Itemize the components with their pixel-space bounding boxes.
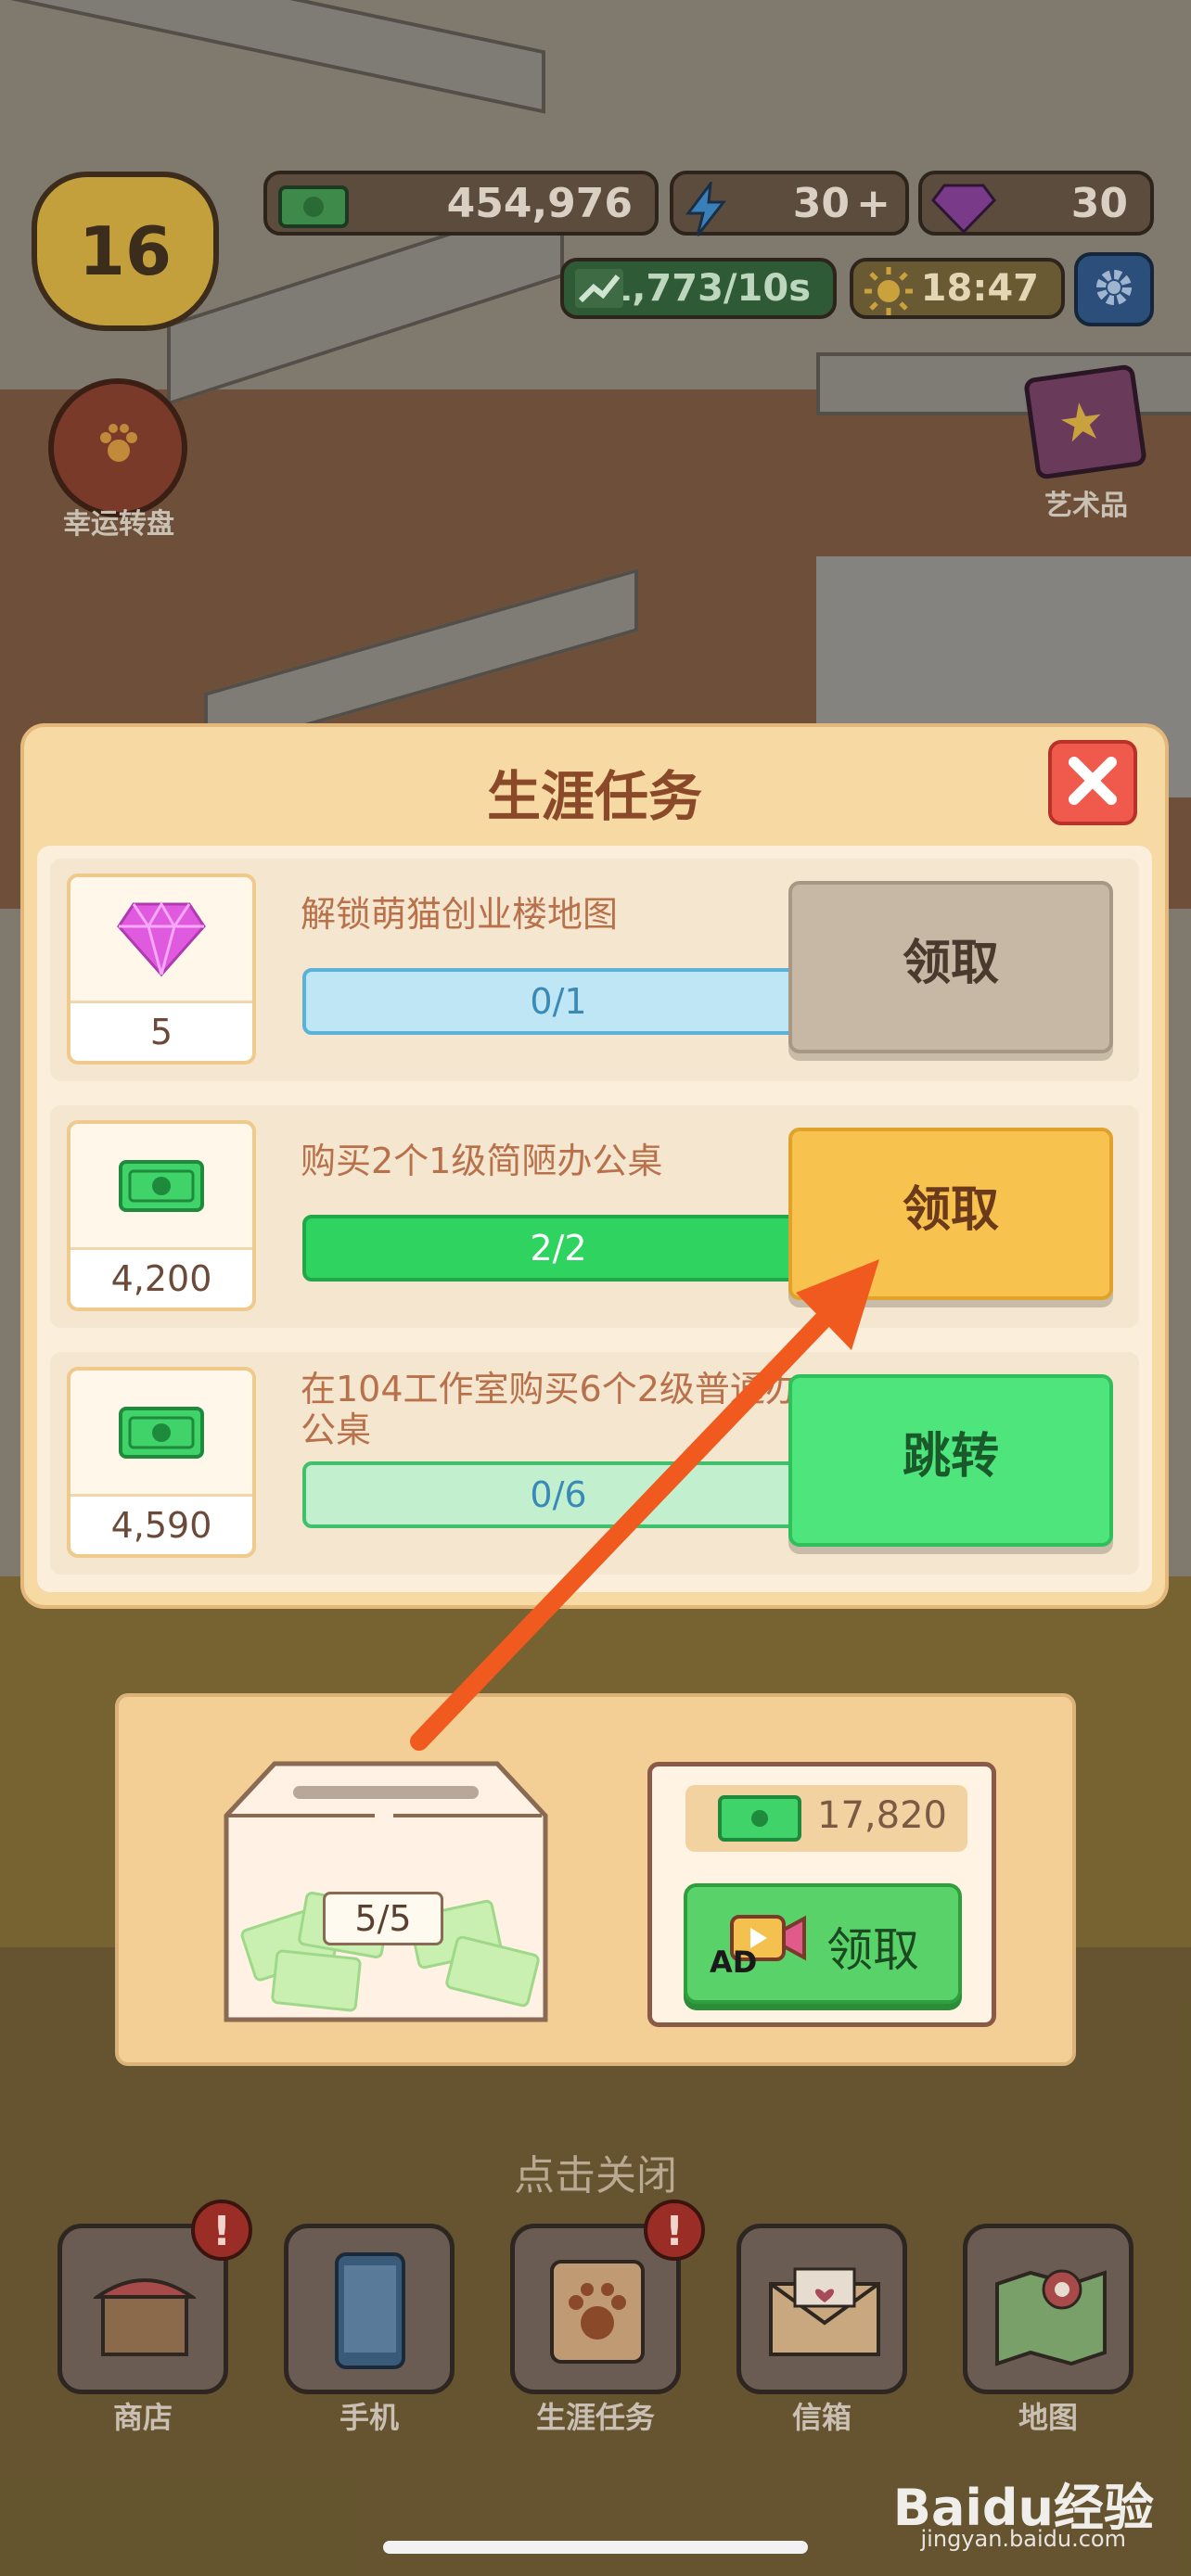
income-rate-pill: 1,773/10s: [560, 258, 837, 319]
go-button[interactable]: 跳转: [788, 1374, 1113, 1547]
claim-button-label: 领取: [902, 936, 999, 991]
player-level-badge[interactable]: 16: [32, 172, 219, 331]
task-row: 5 解锁萌猫创业楼地图 0/1 领取: [50, 859, 1139, 1081]
watermark-url: jingyan.baidu.com: [920, 2526, 1126, 2552]
gem-icon: [931, 182, 996, 244]
nav-mailbox-label: 信箱: [791, 2400, 852, 2435]
lightning-icon: [683, 178, 729, 248]
box-count: 5/5: [323, 1892, 443, 1945]
ad-badge: AD: [710, 1945, 758, 1980]
trend-up-icon: [573, 267, 625, 319]
art-label: 艺术品: [1044, 490, 1128, 522]
shop-alert-badge: !: [191, 2200, 252, 2261]
nav-map-label: 地图: [1018, 2400, 1078, 2435]
nav-career-tasks-label: 生涯任务: [535, 2400, 655, 2435]
claim-button[interactable]: 领取: [788, 881, 1113, 1053]
task-reward-card: 5: [67, 874, 256, 1065]
player-level: 16: [78, 212, 173, 290]
task-progress-text: 0/6: [530, 1474, 587, 1515]
box-reward-value: 17,820: [817, 1794, 947, 1837]
settings-button[interactable]: [1074, 252, 1154, 326]
task-description: 购买2个1级简陋办公桌: [301, 1141, 663, 1181]
task-reward-value: 5: [70, 1001, 252, 1061]
paw-icon: [95, 421, 143, 473]
task-reward-value: 4,590: [70, 1494, 252, 1554]
nav-map-button[interactable]: [963, 2224, 1133, 2394]
cash-icon: [117, 1405, 206, 1464]
dialog-title: 生涯任务: [486, 765, 702, 828]
map-icon: [993, 2256, 1108, 2371]
shop-icon: [91, 2260, 198, 2366]
lucky-wheel-button[interactable]: [48, 378, 187, 517]
close-button[interactable]: [1048, 740, 1137, 825]
gear-icon: [1091, 264, 1137, 314]
career-tasks-dialog: 生涯任务 5 解锁萌猫创业楼地图 0/1 领取 4,200 购买2个1级简陋办公…: [20, 723, 1169, 1609]
nav-mailbox-button[interactable]: [736, 2224, 907, 2394]
add-energy-icon[interactable]: +: [856, 180, 890, 227]
phone-icon: [333, 2251, 407, 2375]
gem-counter[interactable]: 30: [918, 171, 1154, 236]
task-progress-text: 2/2: [530, 1228, 587, 1269]
mail-icon: [767, 2265, 882, 2362]
box-reward-card: 17,820 AD 领取: [647, 1762, 996, 2027]
close-icon: [1067, 755, 1119, 810]
task-reward-card: 4,590: [67, 1367, 256, 1558]
cash-icon: [717, 1794, 802, 1846]
career-alert-badge: !: [644, 2200, 705, 2261]
task-progress-bar: 0/6: [302, 1461, 814, 1528]
art-button[interactable]: ★: [1022, 363, 1148, 480]
task-progress-bar: 2/2: [302, 1215, 814, 1282]
task-row: 4,590 在104工作室购买6个2级普通办公桌 0/6 跳转: [50, 1352, 1139, 1575]
task-description: 解锁萌猫创业楼地图: [301, 894, 619, 935]
home-indicator[interactable]: [383, 2541, 808, 2554]
task-reward-value: 4,200: [70, 1247, 252, 1307]
cash-counter[interactable]: 454,976: [263, 171, 659, 236]
star-icon: ★: [1054, 389, 1109, 456]
cash-value: 454,976: [446, 179, 633, 227]
task-description: 在104工作室购买6个2级普通办公桌: [301, 1369, 800, 1450]
energy-counter[interactable]: 30 +: [670, 171, 909, 236]
nav-phone-label: 手机: [339, 2400, 399, 2435]
clock-value: 18:47: [920, 267, 1039, 310]
watch-ad-claim-button[interactable]: AD 领取: [684, 1883, 962, 2004]
task-progress-bar: 0/1: [302, 968, 814, 1035]
box-reward-pill: 17,820: [685, 1785, 967, 1852]
lucky-wheel-label: 幸运转盘: [63, 508, 174, 541]
claim-button-label: 领取: [902, 1182, 999, 1238]
task-list: 5 解锁萌猫创业楼地图 0/1 领取 4,200 购买2个1级简陋办公桌 2/2…: [37, 846, 1152, 1592]
claim-label: 领取: [826, 1923, 919, 1977]
income-rate-value: 1,773/10s: [606, 267, 811, 310]
cash-icon: [276, 182, 351, 242]
task-reward-card: 4,200: [67, 1120, 256, 1311]
tap-to-close-hint[interactable]: 点击关闭: [0, 2142, 1191, 2201]
energy-value: 30: [792, 179, 850, 227]
task-row: 4,200 购买2个1级简陋办公桌 2/2 领取: [50, 1105, 1139, 1328]
gem-icon: [115, 900, 208, 982]
paw-icon: [546, 2256, 648, 2371]
cash-icon: [117, 1158, 206, 1218]
task-progress-text: 0/1: [530, 981, 587, 1022]
clock-pill: 18:47: [850, 258, 1065, 319]
claim-button[interactable]: 领取: [788, 1128, 1113, 1300]
nav-phone-button[interactable]: [284, 2224, 455, 2394]
sun-icon: [863, 265, 915, 326]
gem-value: 30: [1070, 179, 1128, 227]
cash-box-panel: 5/5 17,820 AD 领取: [115, 1693, 1076, 2066]
nav-shop-label: 商店: [112, 2400, 173, 2435]
go-button-label: 跳转: [902, 1429, 999, 1485]
